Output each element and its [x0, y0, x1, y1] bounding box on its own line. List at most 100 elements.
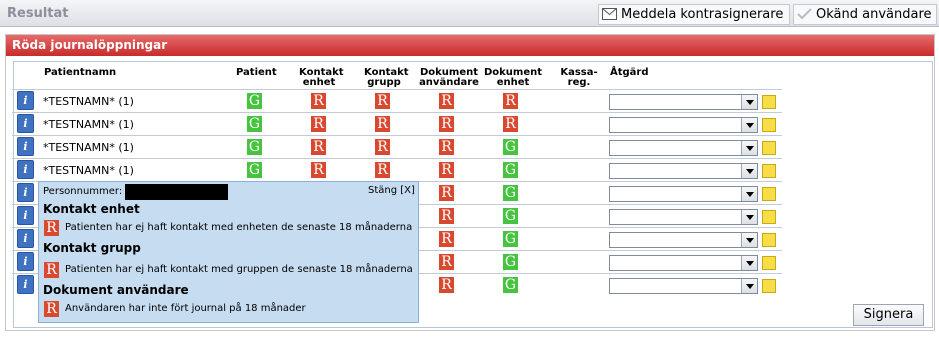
status-badge-kontakt-grupp: R — [375, 93, 390, 109]
patient-info-popup: Personnummer: Stäng [X] Kontakt enhet R … — [38, 181, 419, 323]
status-badge-dok-enhet: G — [503, 254, 518, 270]
col-dokument-anvandare: Dokument användare — [419, 67, 479, 88]
status-badge-dok-enhet: G — [503, 208, 518, 224]
status-badge-dok-anv: R — [439, 139, 454, 155]
signera-button[interactable]: Signera — [853, 304, 924, 326]
status-badge-red: R — [44, 301, 59, 317]
panel-title: Röda journalöppningar — [6, 35, 934, 56]
chevron-down-icon[interactable] — [741, 118, 757, 132]
atgard-select[interactable] — [609, 278, 758, 294]
col-patientnamn: Patientnamn — [44, 67, 117, 78]
atgard-select[interactable] — [609, 94, 758, 110]
atgard-select[interactable] — [609, 186, 758, 202]
status-badge-dok-enhet: G — [503, 185, 518, 201]
page-title: Resultat — [7, 6, 69, 21]
row-divider — [12, 158, 782, 159]
info-icon[interactable]: i — [17, 206, 34, 225]
status-badge-dok-enhet: G — [503, 139, 518, 155]
status-badge-kontakt-grupp: R — [375, 162, 390, 178]
patient-name: *TESTNAMN* (1) — [43, 141, 134, 154]
col-dokument-enhet: Dokument enhet — [483, 67, 543, 88]
chevron-down-icon[interactable] — [741, 141, 757, 155]
chevron-down-icon[interactable] — [741, 233, 757, 247]
note-icon[interactable] — [762, 279, 776, 293]
toolbar: Resultat Meddela kontrasignerare Okänd a… — [0, 0, 939, 27]
col-kassa-reg: Kassa-reg. — [560, 67, 598, 88]
status-badge-patient: G — [247, 139, 262, 155]
status-badge-dok-enhet: G — [503, 277, 518, 293]
chevron-down-icon[interactable] — [741, 95, 757, 109]
chevron-down-icon[interactable] — [741, 164, 757, 178]
meddela-label: Meddela kontrasignerare — [621, 7, 784, 22]
info-icon[interactable]: i — [17, 275, 34, 294]
atgard-select[interactable] — [609, 117, 758, 133]
row-divider — [12, 112, 782, 113]
status-badge-red: R — [44, 262, 59, 278]
status-badge-patient: G — [247, 162, 262, 178]
atgard-select[interactable] — [609, 255, 758, 271]
note-icon[interactable] — [762, 233, 776, 247]
status-badge-dok-enhet: R — [503, 116, 518, 132]
chevron-down-icon[interactable] — [741, 279, 757, 293]
status-badge-dok-anv: R — [439, 231, 454, 247]
status-badge-dok-anv: R — [439, 93, 454, 109]
info-icon[interactable]: i — [17, 91, 34, 110]
patient-name: *TESTNAMN* (1) — [43, 164, 134, 177]
note-icon[interactable] — [762, 256, 776, 270]
meddela-kontrasignerare-button[interactable]: Meddela kontrasignerare — [598, 4, 790, 25]
section-text-kontakt-enhet: Patienten har ej haft kontakt med enhete… — [65, 222, 413, 233]
info-icon[interactable]: i — [17, 137, 34, 156]
col-patient: Patient — [236, 67, 277, 78]
info-icon[interactable]: i — [17, 160, 34, 179]
atgard-select[interactable] — [609, 209, 758, 225]
envelope-icon — [602, 8, 617, 20]
info-icon[interactable]: i — [17, 114, 34, 133]
chevron-down-icon[interactable] — [741, 210, 757, 224]
note-icon[interactable] — [762, 164, 776, 178]
section-title-dokument-anvandare: Dokument användare — [43, 283, 189, 297]
chevron-down-icon[interactable] — [741, 256, 757, 270]
checkmark-icon — [797, 8, 812, 20]
status-badge-kontakt-enhet: R — [311, 93, 326, 109]
note-icon[interactable] — [762, 210, 776, 224]
status-badge-dok-enhet: G — [503, 231, 518, 247]
status-badge-red: R — [44, 220, 59, 236]
atgard-select[interactable] — [609, 140, 758, 156]
status-badge-dok-enhet: G — [503, 162, 518, 178]
section-text-kontakt-grupp: Patienten har ej haft kontakt med gruppe… — [65, 264, 413, 275]
redacted-personnummer — [125, 184, 228, 200]
row-divider — [12, 89, 782, 90]
patient-name: *TESTNAMN* (1) — [43, 118, 134, 131]
status-badge-dok-anv: R — [439, 162, 454, 178]
note-icon[interactable] — [762, 141, 776, 155]
note-icon[interactable] — [762, 118, 776, 132]
status-badge-dok-anv: R — [439, 116, 454, 132]
status-badge-kontakt-enhet: R — [311, 162, 326, 178]
section-text-dokument-anvandare: Användaren har inte fört journal på 18 m… — [65, 303, 306, 314]
atgard-select[interactable] — [609, 232, 758, 248]
col-atgard: Åtgärd — [610, 67, 649, 78]
status-badge-patient: G — [247, 116, 262, 132]
info-icon[interactable]: i — [17, 252, 34, 271]
info-icon[interactable]: i — [17, 229, 34, 248]
okand-anvandare-button[interactable]: Okänd användare — [793, 4, 937, 25]
status-badge-dok-anv: R — [439, 277, 454, 293]
chevron-down-icon[interactable] — [741, 187, 757, 201]
col-kontakt-enhet: Kontakt enhet — [299, 67, 344, 88]
status-badge-kontakt-grupp: R — [375, 116, 390, 132]
patient-name: *TESTNAMN* (1) — [43, 95, 134, 108]
row-divider — [12, 135, 782, 136]
status-badge-dok-anv: R — [439, 185, 454, 201]
col-kontakt-grupp: Kontakt grupp — [364, 67, 409, 88]
note-icon[interactable] — [762, 95, 776, 109]
status-badge-kontakt-enhet: R — [311, 116, 326, 132]
close-button[interactable]: Stäng [X] — [368, 185, 415, 196]
okand-label: Okänd användare — [816, 7, 932, 22]
status-badge-dok-anv: R — [439, 208, 454, 224]
note-icon[interactable] — [762, 187, 776, 201]
atgard-select[interactable] — [609, 163, 758, 179]
status-badge-dok-anv: R — [439, 254, 454, 270]
status-badge-dok-enhet: R — [503, 93, 518, 109]
info-icon[interactable]: i — [17, 183, 34, 202]
section-title-kontakt-enhet: Kontakt enhet — [43, 202, 140, 216]
